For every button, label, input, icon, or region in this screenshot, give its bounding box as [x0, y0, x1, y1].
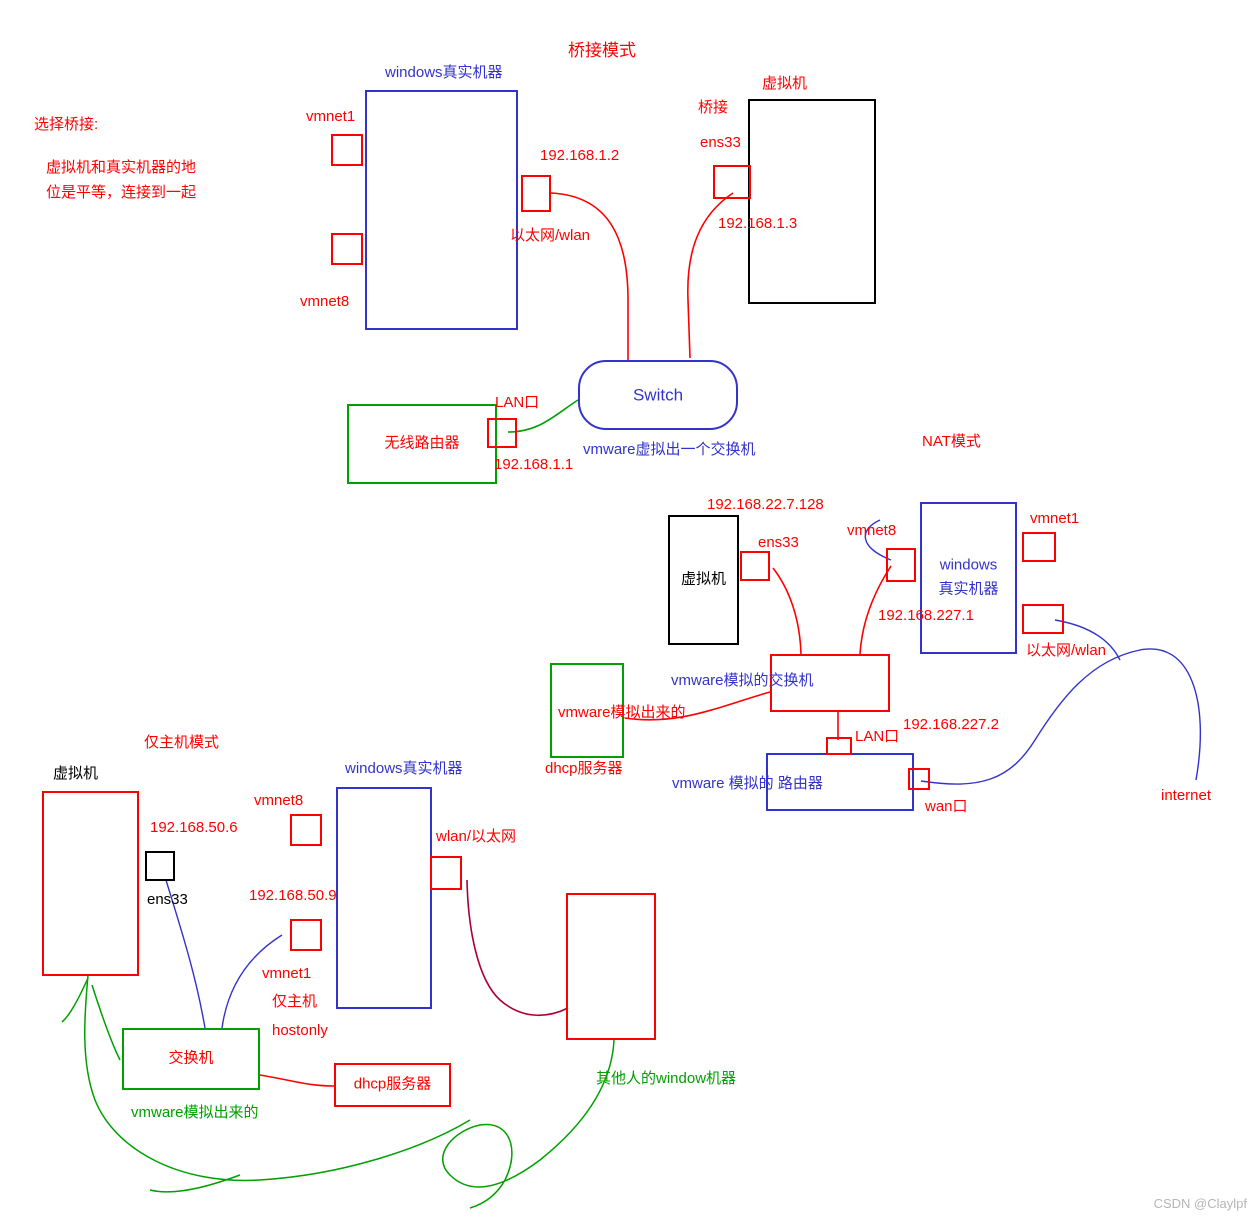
- hostonly-mode-title: 仅主机模式: [144, 734, 220, 751]
- hostonly-vm-ens33-port: [145, 851, 175, 881]
- hostonly-dhcp-box: dhcp服务器: [334, 1063, 451, 1107]
- bridge-switch-box: Switch: [578, 360, 738, 430]
- bridge-vmnet1-label: vmnet1: [306, 108, 356, 125]
- nat-host-nic-label: 以太网/wlan: [1026, 642, 1107, 659]
- hostonly-vmnet1-port: [290, 919, 322, 951]
- hostonly-other-pc-box: [566, 893, 656, 1040]
- hostonly-vm-title: 虚拟机: [53, 765, 99, 782]
- nat-wan-port-label: wan口: [925, 798, 968, 815]
- hostonly-vmnet8-label: vmnet8: [254, 792, 304, 809]
- hostonly-vm-ip: 192.168.50.6: [150, 819, 238, 836]
- nat-router-label: vmware 模拟的 路由器: [672, 775, 823, 792]
- hostonly-vmnet1-ip: 192.168.50.9: [249, 887, 337, 904]
- hostonly-windows-host-box: [336, 787, 432, 1009]
- hostonly-hostonly-label-cn: 仅主机: [272, 993, 318, 1010]
- bridge-vmnet1-port: [331, 134, 363, 166]
- bridge-wireless-router-label: 无线路由器: [384, 434, 460, 452]
- bridge-vmnet8-label: vmnet8: [300, 293, 350, 310]
- bridge-host-ip: 192.168.1.2: [540, 147, 620, 164]
- nat-vmnet8-port: [886, 548, 916, 582]
- hostonly-dhcp-label: dhcp服务器: [353, 1075, 432, 1093]
- bridge-vm-ens33-port: [713, 165, 751, 199]
- hostonly-host-nic-label: wlan/以太网: [436, 828, 517, 845]
- nat-internet-label: internet: [1161, 787, 1212, 804]
- bridge-router-lan-port: [487, 418, 517, 448]
- nat-ens33-label: ens33: [758, 534, 799, 551]
- bridge-windows-host-title: windows真实机器: [385, 64, 503, 81]
- bridge-switch-label: Switch: [632, 385, 684, 405]
- hostonly-switch-label: 交换机: [168, 1049, 214, 1067]
- nat-lan-port-label: LAN口: [855, 728, 900, 745]
- nat-router-wan-port: [908, 768, 930, 790]
- bridge-vm-ip: 192.168.1.3: [718, 215, 798, 232]
- bridge-host-nic-port: [521, 175, 551, 212]
- nat-vmnet8-label: vmnet8: [847, 522, 897, 539]
- nat-vmnet1-label: vmnet1: [1030, 510, 1080, 527]
- nat-windows-host-box: windows 真实机器: [920, 502, 1017, 654]
- bridge-note-line1: 选择桥接:: [34, 116, 99, 133]
- hostonly-switch-note: vmware模拟出来的: [131, 1104, 259, 1121]
- bridge-mode-title: 桥接模式: [568, 41, 636, 60]
- hostonly-vmnet8-port: [290, 814, 322, 846]
- bridge-host-nic-label: 以太网/wlan: [510, 227, 591, 244]
- hostonly-host-nic-port: [430, 856, 462, 890]
- nat-windows-host-title-line1: windows: [939, 556, 998, 574]
- bridge-windows-host-box: [365, 90, 518, 330]
- nat-vm-box: 虚拟机: [668, 515, 739, 645]
- diagram-canvas: 桥接模式 选择桥接: 虚拟机和真实机器的地 位是平等，连接到一起 windows…: [0, 0, 1257, 1217]
- nat-router-lan-ip: 192.168.227.2: [903, 716, 999, 733]
- bridge-note-line3: 位是平等，连接到一起: [46, 184, 197, 201]
- bridge-bridge-label: 桥接: [698, 99, 729, 116]
- hostonly-windows-host-title: windows真实机器: [345, 760, 463, 777]
- hostonly-hostonly-label-en: hostonly: [272, 1022, 328, 1039]
- bridge-ens33-label: ens33: [700, 134, 741, 151]
- nat-host-ip: 192.168.227.1: [878, 607, 974, 624]
- nat-vm-ens33-port: [740, 551, 770, 581]
- bridge-vm-box: [748, 99, 876, 304]
- bridge-switch-note: vmware虚拟出一个交换机: [583, 441, 756, 458]
- hostonly-switch-box: 交换机: [122, 1028, 260, 1090]
- bridge-router-ip: 192.168.1.1: [494, 456, 574, 473]
- bridge-lan-port-label: LAN口: [495, 394, 540, 411]
- nat-dhcp-label-line2: dhcp服务器: [545, 760, 623, 777]
- nat-switch-label: vmware模拟的交换机: [671, 672, 814, 689]
- nat-vm-ip: 192.168.22.7.128: [707, 496, 824, 513]
- nat-vm-title: 虚拟机: [680, 570, 726, 588]
- nat-dhcp-label-line1: vmware模拟出来的: [558, 704, 686, 721]
- bridge-vmnet8-port: [331, 233, 363, 265]
- hostonly-vmnet1-label: vmnet1: [262, 965, 312, 982]
- hostonly-ens33-label: ens33: [147, 891, 188, 908]
- nat-windows-host-title-line2: 真实机器: [938, 580, 999, 598]
- bridge-wireless-router-box: 无线路由器: [347, 404, 497, 484]
- nat-router-lan-port: [826, 737, 852, 755]
- nat-vmnet1-port: [1022, 532, 1056, 562]
- bridge-note-line2: 虚拟机和真实机器的地: [46, 159, 197, 176]
- bridge-vm-title: 虚拟机: [762, 75, 808, 92]
- hostonly-other-pc-label: 其他人的window机器: [596, 1070, 737, 1087]
- nat-mode-title: NAT模式: [922, 433, 981, 450]
- hostonly-vm-box: [42, 791, 139, 976]
- nat-host-nic-port: [1022, 604, 1064, 634]
- watermark: CSDN @Claylpf: [1153, 1196, 1247, 1211]
